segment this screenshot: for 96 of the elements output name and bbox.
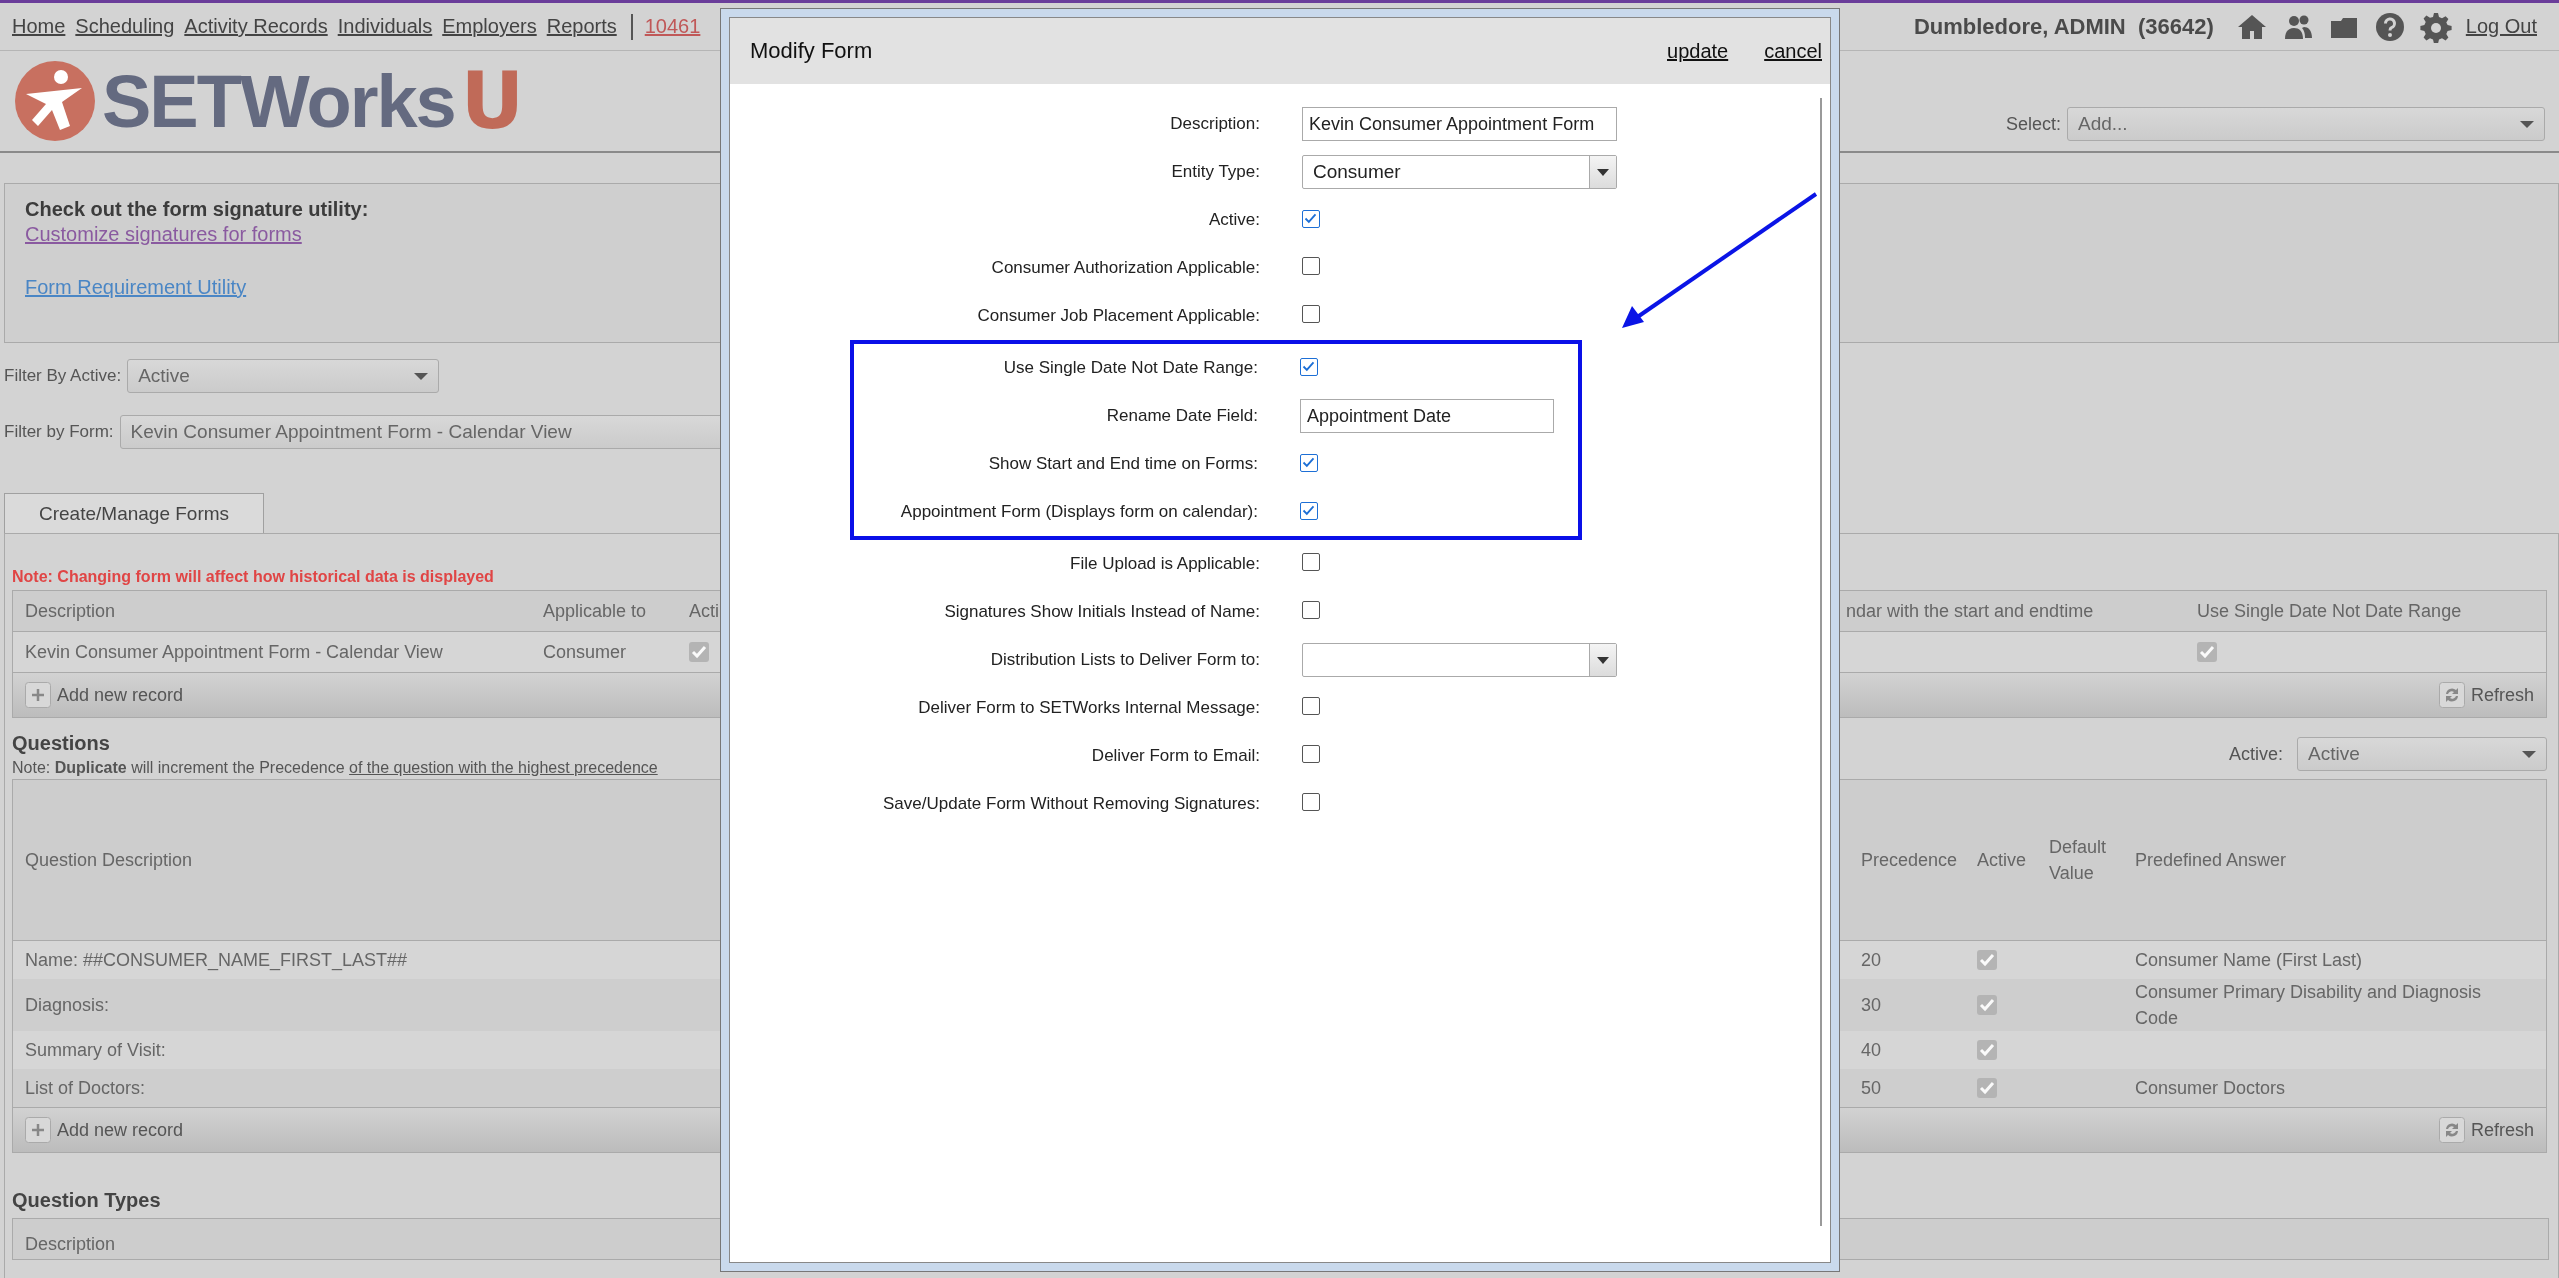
column-header: Use Single Date Not Date Range — [2197, 599, 2463, 623]
field-label: Save/Update Form Without Removing Signatures: — [882, 794, 1260, 814]
nav-link[interactable]: Scheduling — [75, 15, 175, 38]
field-label: Rename Date Field: — [1105, 406, 1258, 426]
table-cell-text: Consumer Doctors — [2135, 1077, 2286, 1101]
add-record-button[interactable]: Add new record — [25, 682, 184, 708]
nav-link[interactable]: Home — [12, 15, 66, 38]
field-label: Description: — [1169, 114, 1260, 134]
field-label: Appointment Form (Displays form on calendar): — [899, 502, 1258, 522]
dropdown[interactable]: Consumer — [1302, 155, 1617, 189]
checkbox[interactable] — [1302, 305, 1320, 323]
column-header: Question Description — [24, 848, 194, 872]
table-cell-text: Kevin Consumer Appointment Form - Calendar View — [24, 640, 444, 664]
refresh-button[interactable]: Refresh — [2438, 682, 2534, 708]
table-cell-text: Diagnosis: — [24, 993, 111, 1017]
user-name: Dumbledore, ADMIN (36642) — [1913, 13, 2214, 40]
checkbox[interactable] — [1302, 601, 1320, 619]
filter-dropdown[interactable]: Active — [127, 359, 440, 393]
table-cell-text: Consumer Primary Disability and Diagnosis Code — [2135, 981, 2483, 1031]
caret-icon — [2522, 750, 2536, 758]
field-label: Signatures Show Initials Instead of Name: — [943, 602, 1260, 622]
field-label: Distribution Lists to Deliver Form to: — [989, 650, 1260, 670]
filter-label: Active: — [2228, 743, 2283, 765]
info-heading: Check out the form signature utility: — [25, 198, 369, 221]
table-cell-text: List of Doctors: — [24, 1076, 147, 1100]
section-heading: Questions — [12, 732, 111, 755]
column-header: Description — [24, 599, 117, 623]
refresh-icon — [2438, 682, 2465, 708]
field-label: File Upload is Applicable: — [1069, 554, 1260, 574]
column-header: Default Value — [2049, 835, 2108, 885]
table-cell-text: 30 — [1860, 993, 1883, 1017]
active-dropdown[interactable]: Active — [2297, 737, 2547, 771]
caret-icon — [1597, 168, 1609, 176]
checkbox[interactable] — [1300, 454, 1318, 472]
settings-icon[interactable] — [2419, 10, 2452, 43]
column-header: Description — [24, 1234, 116, 1257]
column-header: Precedence — [1860, 848, 1959, 872]
text-field[interactable]: Appointment Date — [1300, 399, 1554, 433]
select-label: Select: — [2005, 113, 2061, 135]
help-icon[interactable] — [2373, 10, 2406, 43]
checkbox[interactable] — [1302, 793, 1320, 811]
section-heading: Question Types — [12, 1189, 162, 1213]
filter-label: Filter By Active: — [4, 366, 122, 386]
table-cell-text: 50 — [1860, 1076, 1883, 1100]
caret-icon — [414, 372, 429, 380]
field-label: Entity Type: — [1170, 162, 1260, 182]
table-cell-text: Summary of Visit: — [24, 1038, 167, 1062]
field-label: Use Single Date Not Date Range: — [1002, 358, 1258, 378]
logo-text: SETWorks — [102, 58, 455, 144]
field-label: Consumer Job Placement Applicable: — [976, 306, 1260, 326]
dialog-action-link[interactable]: update — [1667, 39, 1729, 63]
logo-text: U — [460, 56, 525, 146]
add-dropdown[interactable]: Add... — [2067, 107, 2545, 141]
refresh-button[interactable]: Refresh — [2438, 1117, 2534, 1144]
nav-link[interactable]: Reports — [546, 15, 617, 38]
field-label: Show Start and End time on Forms: — [987, 454, 1258, 474]
logo-icon — [14, 60, 96, 142]
field-label: Deliver Form to SETWorks Internal Message: — [917, 698, 1260, 718]
caret-icon — [2520, 120, 2534, 128]
warning-note: Note: Changing form will affect how historical data is displayed — [12, 568, 494, 586]
text-field[interactable]: Kevin Consumer Appointment Form — [1302, 107, 1617, 141]
dialog-title: Modify Form — [750, 38, 873, 64]
nav-link[interactable]: Individuals — [337, 15, 433, 38]
add-record-button[interactable]: Add new record — [25, 1117, 184, 1144]
nav-link[interactable]: Activity Records — [184, 15, 328, 38]
checkbox[interactable] — [1302, 210, 1320, 228]
utility-link[interactable]: Customize signatures for forms — [25, 223, 302, 246]
column-header: Acti — [689, 599, 720, 623]
tab[interactable]: Create/Manage Forms — [4, 493, 265, 533]
table-cell-text: Name: ##CONSUMER_NAME_FIRST_LAST## — [24, 948, 409, 973]
nav-link[interactable]: Employers — [442, 15, 537, 38]
table-cell-text: 20 — [1860, 948, 1883, 972]
column-header: Active — [1977, 848, 2028, 872]
table-cell-text: 40 — [1860, 1038, 1883, 1062]
checkbox[interactable] — [1302, 257, 1320, 275]
dialog-action-link[interactable]: cancel — [1764, 39, 1822, 63]
table-cell-text: Consumer Name (First Last) — [2135, 948, 2363, 972]
refresh-icon — [2438, 1117, 2465, 1144]
filter-label: Filter by Form: — [4, 422, 114, 442]
column-header: ndar with the start and endtime — [1846, 599, 2095, 623]
field-label: Deliver Form to Email: — [1090, 746, 1260, 766]
checkbox[interactable] — [1300, 502, 1318, 520]
field-label: Active: — [1207, 210, 1260, 230]
checkbox[interactable] — [1300, 358, 1318, 376]
checkbox[interactable] — [1302, 745, 1320, 763]
column-header: Applicable to — [543, 599, 648, 623]
checkbox[interactable] — [1302, 553, 1320, 571]
questions-note: Note: Duplicate will increment the Precedence of the question with the highest precedence — [12, 759, 658, 777]
caret-icon — [1597, 656, 1609, 664]
column-header: Predefined Answer — [2135, 848, 2288, 872]
plus-icon — [25, 1117, 51, 1144]
table-cell-text: Consumer — [543, 640, 628, 664]
logout-link[interactable]: Log Out — [2465, 15, 2537, 38]
plus-icon — [25, 682, 51, 708]
field-label: Consumer Authorization Applicable: — [990, 258, 1260, 278]
checkbox[interactable] — [1302, 697, 1320, 715]
